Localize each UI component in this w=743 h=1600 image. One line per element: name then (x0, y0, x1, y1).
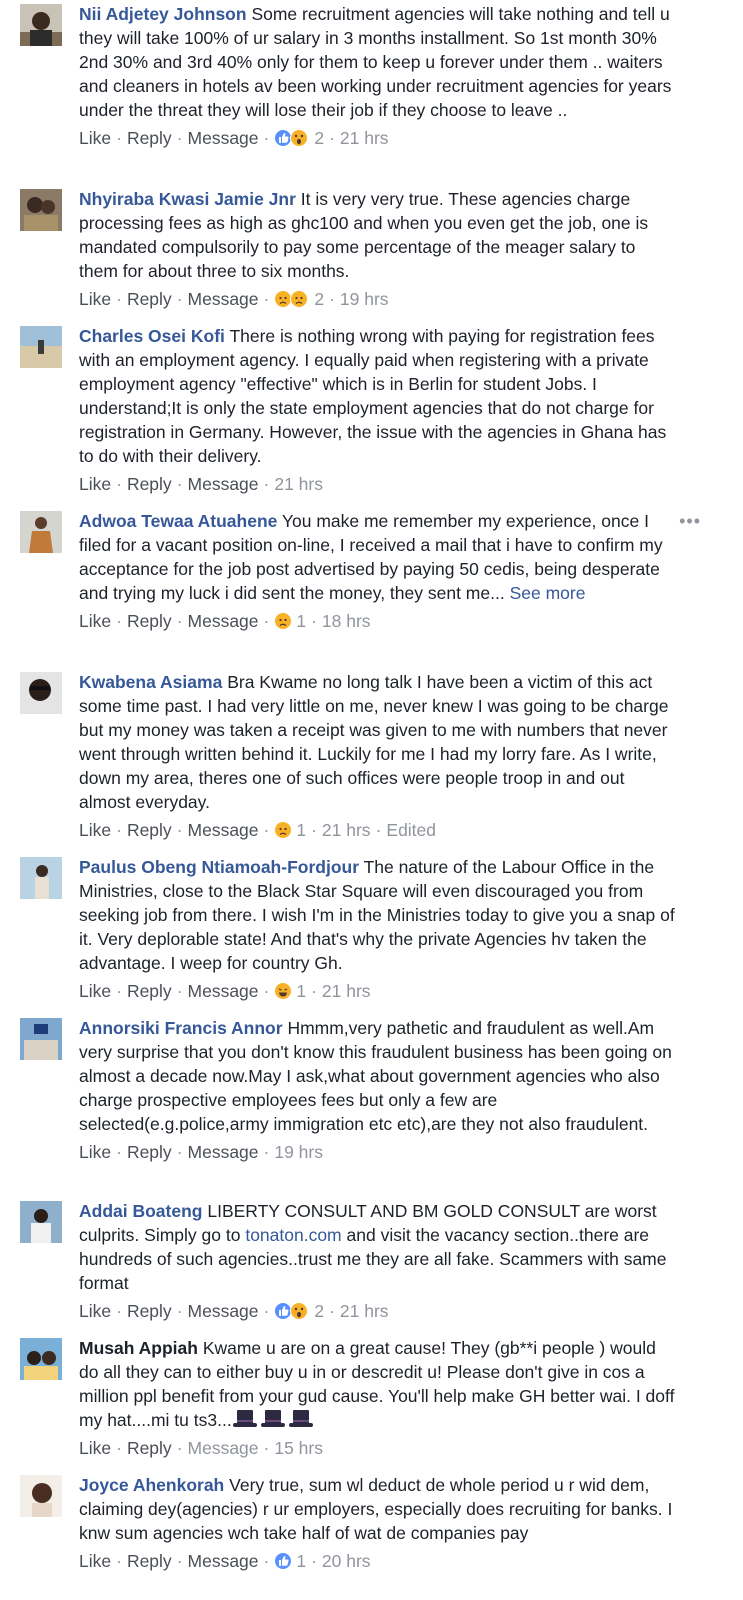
like-button[interactable]: Like (79, 1551, 111, 1571)
comment-author[interactable]: Nii Adjetey Johnson (79, 4, 247, 24)
like-button[interactable]: Like (79, 611, 111, 631)
reactions[interactable] (274, 821, 293, 839)
comment-author[interactable]: Annorsiki Francis Annor (79, 1018, 283, 1038)
like-button[interactable]: Like (79, 1301, 111, 1321)
reaction-count[interactable]: 2 (314, 128, 324, 148)
reaction-count[interactable]: 1 (296, 1551, 306, 1571)
message-button[interactable]: Message (188, 128, 259, 148)
external-link[interactable]: tonaton.com (245, 1225, 341, 1245)
message-button[interactable]: Message (188, 611, 259, 631)
reply-button[interactable]: Reply (127, 820, 172, 840)
comment-author[interactable]: Addai Boateng (79, 1201, 202, 1221)
comment-author[interactable]: Nhyiraba Kwasi Jamie Jnr (79, 189, 296, 209)
comment-author[interactable]: Paulus Obeng Ntiamoah-Fordjour (79, 857, 359, 877)
reply-button[interactable]: Reply (127, 1438, 172, 1458)
avatar[interactable] (20, 1475, 62, 1517)
comment-actions: Like · Reply · Message · 21 hrs (79, 474, 323, 494)
avatar[interactable] (20, 1201, 62, 1243)
message-button[interactable]: Message (188, 1301, 259, 1321)
reactions[interactable] (274, 1552, 293, 1570)
message-button[interactable]: Message (188, 1551, 259, 1571)
comment-text: Bra Kwame no long talk I have been a vic… (79, 672, 669, 812)
message-button[interactable]: Message (188, 474, 259, 494)
message-button[interactable]: Message (188, 289, 259, 309)
avatar[interactable] (20, 1338, 62, 1380)
message-button[interactable]: Message (188, 820, 259, 840)
reaction-count[interactable]: 1 (296, 981, 306, 1001)
message-button[interactable]: Message (188, 1142, 259, 1162)
timestamp[interactable]: 21 hrs (322, 820, 371, 840)
timestamp[interactable]: 20 hrs (322, 1551, 371, 1571)
avatar[interactable] (20, 672, 62, 714)
reply-button[interactable]: Reply (127, 128, 172, 148)
avatar[interactable] (20, 1018, 62, 1060)
comment-actions: Like · Reply · Message · 2 · 21 hrs (79, 128, 389, 148)
comment-author[interactable]: Adwoa Tewaa Atuahene (79, 511, 277, 531)
comment-author[interactable]: Joyce Ahenkorah (79, 1475, 224, 1495)
reactions[interactable] (274, 1302, 310, 1320)
reply-button[interactable]: Reply (127, 289, 172, 309)
like-button[interactable]: Like (79, 1438, 111, 1458)
more-options-icon[interactable]: ••• (679, 511, 701, 532)
timestamp[interactable]: 19 hrs (340, 289, 389, 309)
comment-author[interactable]: Charles Osei Kofi (79, 326, 225, 346)
see-more-link[interactable]: See more (510, 583, 586, 603)
comment-actions: Like · Reply · Message · 2 · 21 hrs (79, 1301, 389, 1321)
avatar[interactable] (20, 857, 62, 899)
like-button[interactable]: Like (79, 474, 111, 494)
reply-button[interactable]: Reply (127, 1551, 172, 1571)
timestamp[interactable]: 15 hrs (274, 1438, 323, 1458)
reactions[interactable] (274, 982, 293, 1000)
timestamp[interactable]: 21 hrs (322, 981, 371, 1001)
reply-button[interactable]: Reply (127, 1301, 172, 1321)
comment-actions: Like · Reply · Message · 15 hrs (79, 1438, 323, 1458)
timestamp[interactable]: 21 hrs (340, 1301, 389, 1321)
like-button[interactable]: Like (79, 128, 111, 148)
comment-feed: Nii Adjetey Johnson Some recruitment age… (0, 0, 743, 1600)
reply-button[interactable]: Reply (127, 981, 172, 1001)
comment-actions: Like · Reply · Message · 1 · 21 hrs (79, 981, 371, 1001)
comment-actions: Like · Reply · Message · 1 · 20 hrs (79, 1551, 371, 1571)
like-button[interactable]: Like (79, 981, 111, 1001)
comment-author[interactable]: Kwabena Asiama (79, 672, 222, 692)
comment-actions: Like · Reply · Message · 2 · 19 hrs (79, 289, 389, 309)
timestamp[interactable]: 21 hrs (274, 474, 323, 494)
avatar[interactable] (20, 511, 62, 553)
reactions[interactable] (274, 612, 293, 630)
like-button[interactable]: Like (79, 820, 111, 840)
edited-label[interactable]: Edited (386, 820, 436, 840)
message-button[interactable]: Message (188, 1438, 259, 1458)
reaction-count[interactable]: 1 (296, 611, 306, 631)
comment-actions: Like · Reply · Message · 19 hrs (79, 1142, 323, 1162)
avatar[interactable] (20, 326, 62, 368)
top-hat-emoji (232, 1410, 316, 1430)
like-button[interactable]: Like (79, 289, 111, 309)
message-button[interactable]: Message (188, 981, 259, 1001)
avatar[interactable] (20, 4, 62, 46)
reply-button[interactable]: Reply (127, 1142, 172, 1162)
comment-actions: Like · Reply · Message · 1 · 21 hrs · Edited (79, 820, 437, 840)
reaction-count[interactable]: 1 (296, 820, 306, 840)
timestamp[interactable]: 19 hrs (274, 1142, 323, 1162)
reactions[interactable] (274, 290, 310, 308)
comment-actions: Like · Reply · Message · 1 · 18 hrs (79, 611, 371, 631)
like-button[interactable]: Like (79, 1142, 111, 1162)
reply-button[interactable]: Reply (127, 474, 172, 494)
reply-button[interactable]: Reply (127, 611, 172, 631)
avatar[interactable] (20, 189, 62, 231)
reaction-count[interactable]: 2 (314, 289, 324, 309)
comment-author[interactable]: Musah Appiah (79, 1338, 198, 1358)
timestamp[interactable]: 18 hrs (322, 611, 371, 631)
timestamp[interactable]: 21 hrs (340, 128, 389, 148)
reaction-count[interactable]: 2 (314, 1301, 324, 1321)
comment-text: There is nothing wrong with paying for r… (79, 326, 667, 466)
reactions[interactable] (274, 129, 310, 147)
